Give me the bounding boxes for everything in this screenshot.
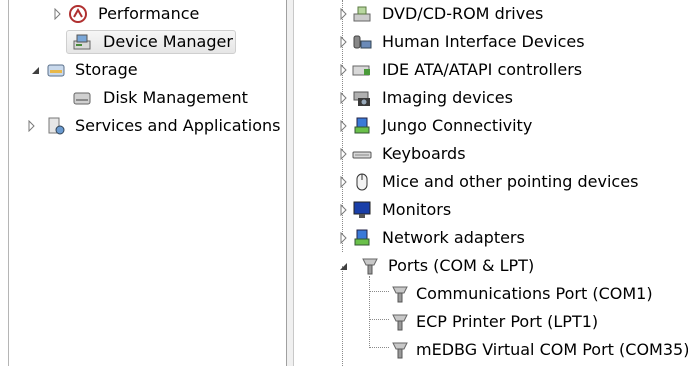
- performance-icon: [68, 4, 88, 24]
- device-category-hid[interactable]: Human Interface Devices: [294, 28, 688, 56]
- pane-splitter[interactable]: [286, 0, 294, 366]
- expand-arrow-icon[interactable]: [338, 56, 350, 84]
- device-category-dvd[interactable]: DVD/CD-ROM drives: [294, 0, 688, 28]
- nav-item-label: Disk Management: [103, 88, 248, 107]
- collapse-arrow-icon[interactable]: [338, 252, 350, 280]
- nav-item-services-applications[interactable]: Services and Applications: [0, 112, 286, 140]
- device-category-jungo[interactable]: Jungo Connectivity: [294, 112, 688, 140]
- device-item-com35[interactable]: mEDBG Virtual COM Port (COM35): [294, 336, 688, 364]
- expand-arrow-icon[interactable]: [338, 168, 350, 196]
- expand-arrow-icon[interactable]: [26, 112, 38, 140]
- mouse-icon: [352, 172, 372, 192]
- device-category-label: Jungo Connectivity: [382, 116, 533, 135]
- port-icon: [390, 284, 410, 304]
- device-category-label: DVD/CD-ROM drives: [382, 4, 544, 23]
- services-applications-icon: [46, 116, 66, 136]
- storage-icon: [46, 60, 66, 80]
- device-category-ide[interactable]: IDE ATA/ATAPI controllers: [294, 56, 688, 84]
- keyboard-icon: [352, 144, 372, 164]
- device-item-label: mEDBG Virtual COM Port (COM35): [416, 340, 688, 359]
- jungo-icon: [352, 116, 372, 136]
- network-adapter-icon: [352, 228, 372, 248]
- expand-arrow-icon[interactable]: [338, 0, 350, 28]
- nav-item-disk-management[interactable]: Disk Management: [0, 84, 286, 112]
- port-icon: [390, 340, 410, 360]
- nav-item-label: Performance: [98, 4, 200, 23]
- expand-arrow-icon[interactable]: [338, 140, 350, 168]
- device-category-keyboards[interactable]: Keyboards: [294, 140, 688, 168]
- port-icon: [360, 256, 380, 276]
- device-category-monitors[interactable]: Monitors: [294, 196, 688, 224]
- navigation-tree-pane: Performance Device Manager Storage Disk …: [0, 0, 286, 366]
- camera-icon: [352, 88, 372, 108]
- device-category-label: Monitors: [382, 200, 452, 219]
- device-category-mice[interactable]: Mice and other pointing devices: [294, 168, 688, 196]
- device-item-com1[interactable]: Communications Port (COM1): [294, 280, 688, 308]
- device-category-network[interactable]: Network adapters: [294, 224, 688, 252]
- port-icon: [390, 312, 410, 332]
- nav-item-label: Services and Applications: [75, 116, 281, 135]
- hid-icon: [352, 32, 372, 52]
- device-category-label: Keyboards: [382, 144, 466, 163]
- device-category-label: Imaging devices: [382, 88, 513, 107]
- device-category-label: Network adapters: [382, 228, 525, 247]
- nav-item-storage[interactable]: Storage: [0, 56, 286, 84]
- expand-arrow-icon[interactable]: [338, 28, 350, 56]
- device-category-label: Ports (COM & LPT): [388, 256, 535, 275]
- device-item-lpt1[interactable]: ECP Printer Port (LPT1): [294, 308, 688, 336]
- nav-item-label: Storage: [75, 60, 138, 79]
- nav-item-performance[interactable]: Performance: [0, 0, 286, 28]
- device-item-label: Communications Port (COM1): [416, 284, 653, 303]
- device-tree-pane: DVD/CD-ROM drives Human Interface Device…: [294, 0, 688, 366]
- device-category-label: IDE ATA/ATAPI controllers: [382, 60, 583, 79]
- device-category-imaging[interactable]: Imaging devices: [294, 84, 688, 112]
- expand-arrow-icon[interactable]: [338, 84, 350, 112]
- ide-controller-icon: [352, 60, 372, 80]
- expand-arrow-icon[interactable]: [338, 196, 350, 224]
- dvd-drive-icon: [352, 4, 372, 24]
- expand-arrow-icon[interactable]: [338, 112, 350, 140]
- nav-item-label: Device Manager: [103, 32, 233, 51]
- expand-arrow-icon[interactable]: [52, 0, 64, 28]
- nav-item-device-manager[interactable]: Device Manager: [0, 28, 286, 56]
- expand-arrow-icon[interactable]: [338, 224, 350, 252]
- disk-management-icon: [72, 88, 92, 108]
- device-category-label: Human Interface Devices: [382, 32, 585, 51]
- device-manager-icon: [72, 32, 92, 52]
- device-category-label: Mice and other pointing devices: [382, 172, 639, 191]
- device-item-label: ECP Printer Port (LPT1): [416, 312, 599, 331]
- collapse-arrow-icon[interactable]: [30, 56, 42, 84]
- device-category-ports[interactable]: Ports (COM & LPT): [294, 252, 688, 280]
- monitor-icon: [352, 200, 372, 220]
